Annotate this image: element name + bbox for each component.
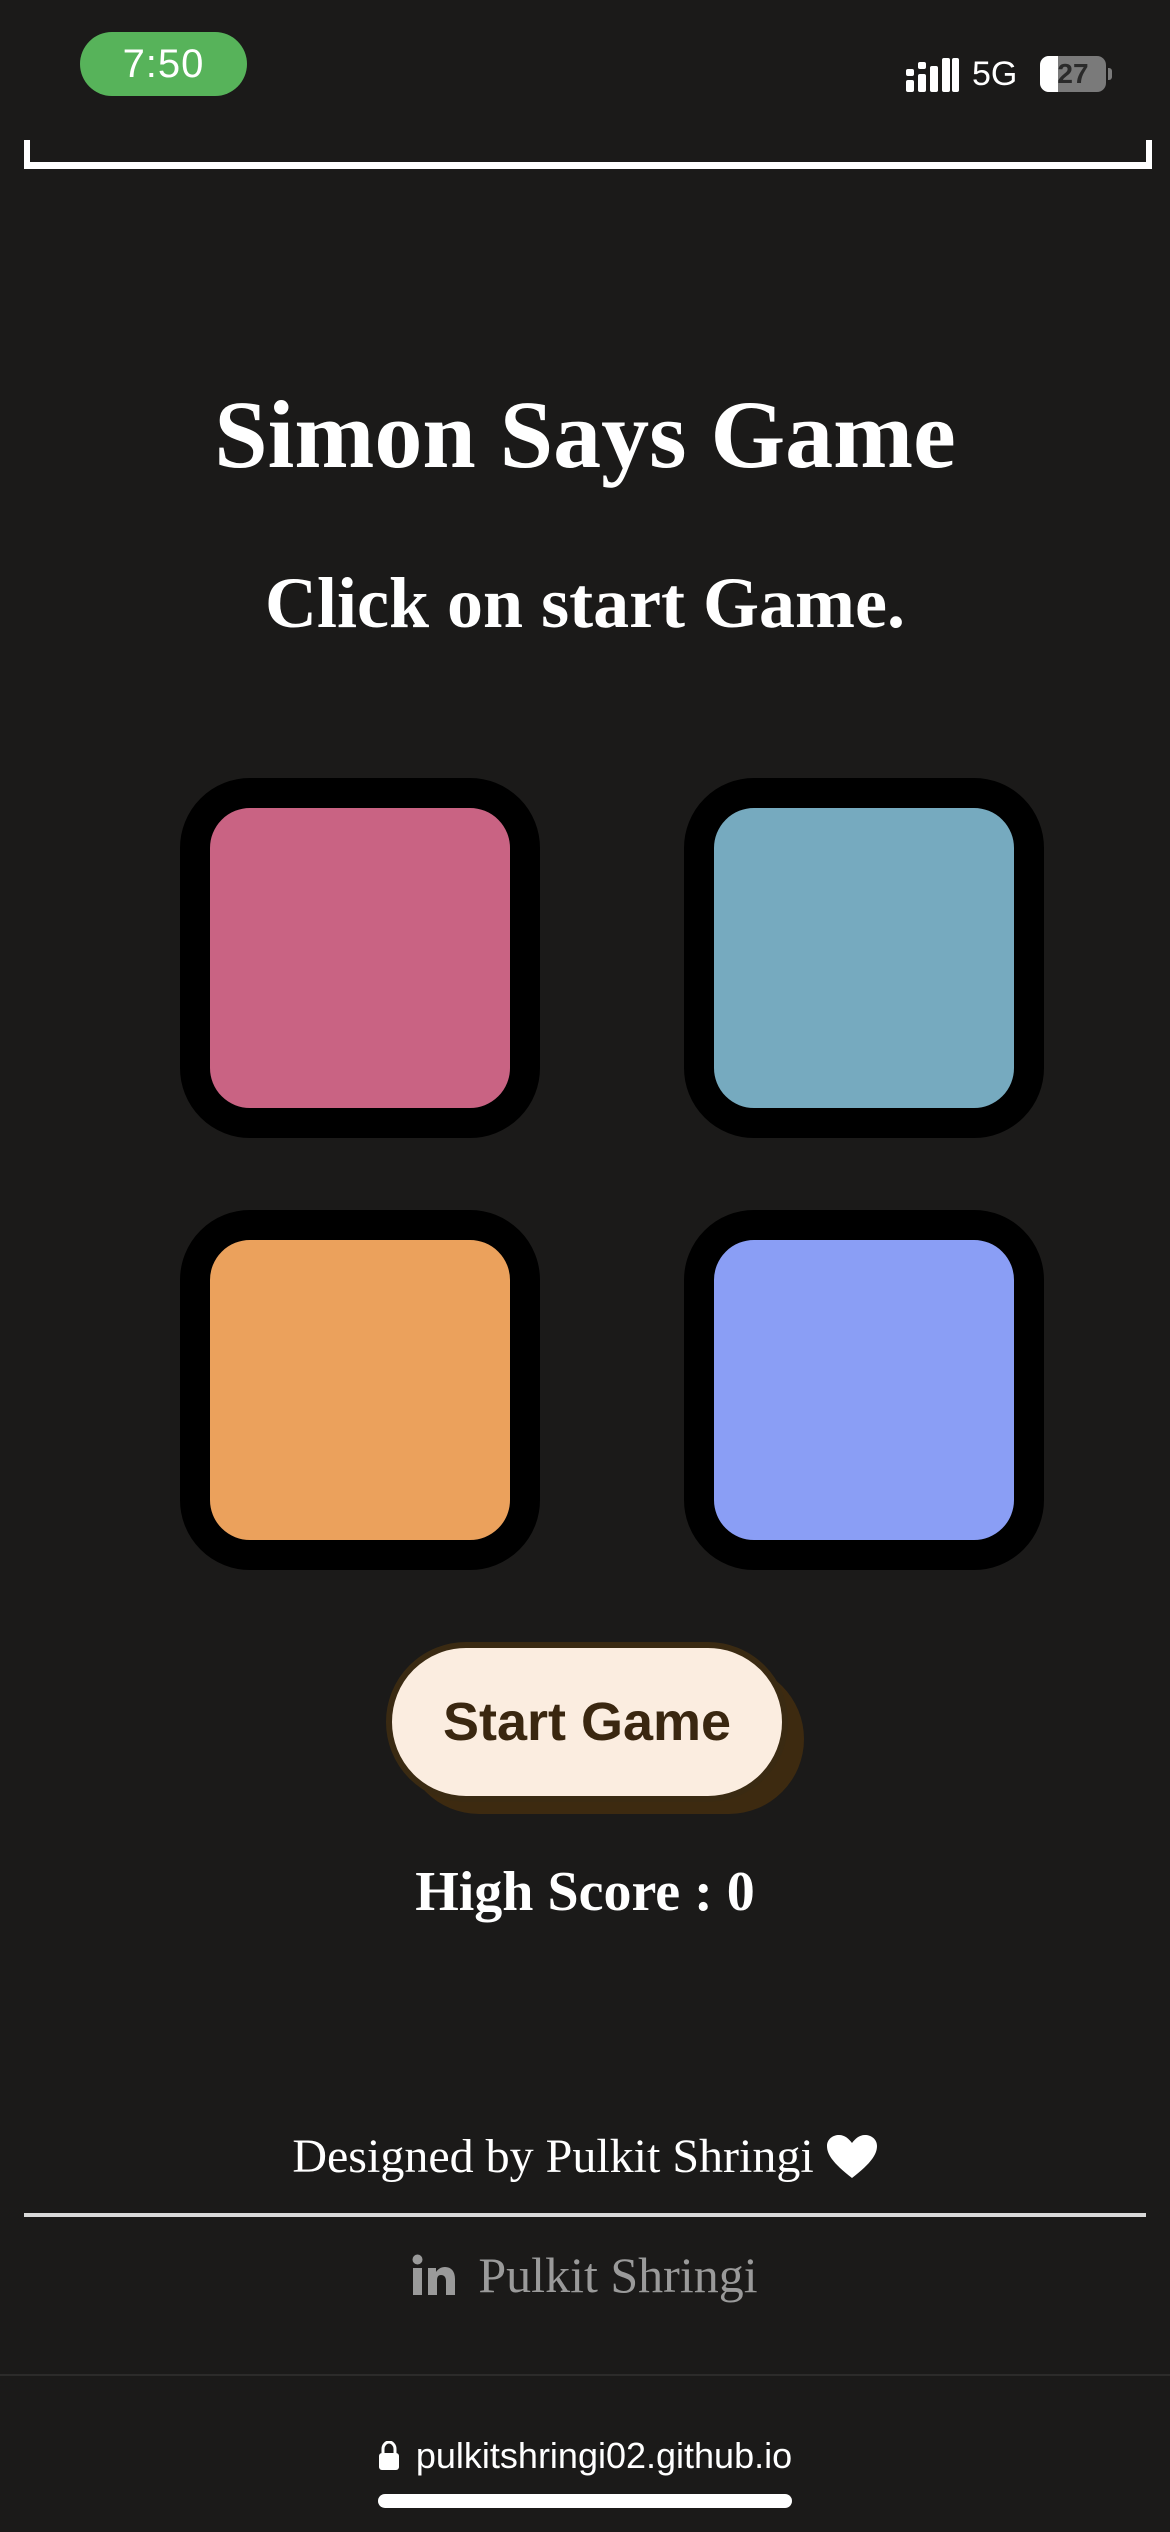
pad-teal[interactable]	[684, 778, 1044, 1138]
battery-percentage: 27	[1057, 58, 1089, 89]
battery-icon: 27	[1040, 56, 1112, 92]
cellular-signal-icon	[906, 58, 959, 92]
linkedin-icon	[412, 2254, 456, 2295]
heart-icon	[826, 2135, 877, 2178]
high-score: High Score : 0	[0, 1854, 1170, 1930]
pad-orange[interactable]	[180, 1210, 540, 1570]
browser-url-bar: pulkitshringi02.github.io	[0, 2374, 1170, 2532]
top-frame-border	[24, 140, 1152, 169]
game-status-message: Click on start Game.	[265, 563, 905, 643]
designed-by-credit: Designed by Pulkit Shringi	[0, 2124, 1170, 2190]
linkedin-label: Pulkit Shringi	[478, 2247, 758, 2303]
high-score-value: 0	[726, 1861, 755, 1923]
high-score-label: High Score :	[415, 1861, 727, 1923]
pad-blue[interactable]	[684, 1210, 1044, 1570]
network-type: 5G	[972, 55, 1018, 93]
url-text: pulkitshringi02.github.io	[415, 2435, 793, 2476]
home-indicator[interactable]	[378, 2494, 792, 2508]
linkedin-link[interactable]: Pulkit Shringi	[0, 2240, 1170, 2310]
designed-by-text: Designed by Pulkit Shringi	[292, 2130, 814, 2183]
url-field[interactable]: pulkitshringi02.github.io	[0, 2426, 1170, 2486]
game-title: Simon Says Game	[214, 381, 956, 488]
status-bar: 7:50 5G 27	[0, 0, 1170, 140]
start-game-button[interactable]: Start Game	[386, 1642, 788, 1802]
footer-divider	[24, 2213, 1146, 2217]
lock-icon	[378, 2441, 399, 2470]
pad-red[interactable]	[180, 778, 540, 1138]
status-time[interactable]: 7:50	[80, 32, 247, 96]
